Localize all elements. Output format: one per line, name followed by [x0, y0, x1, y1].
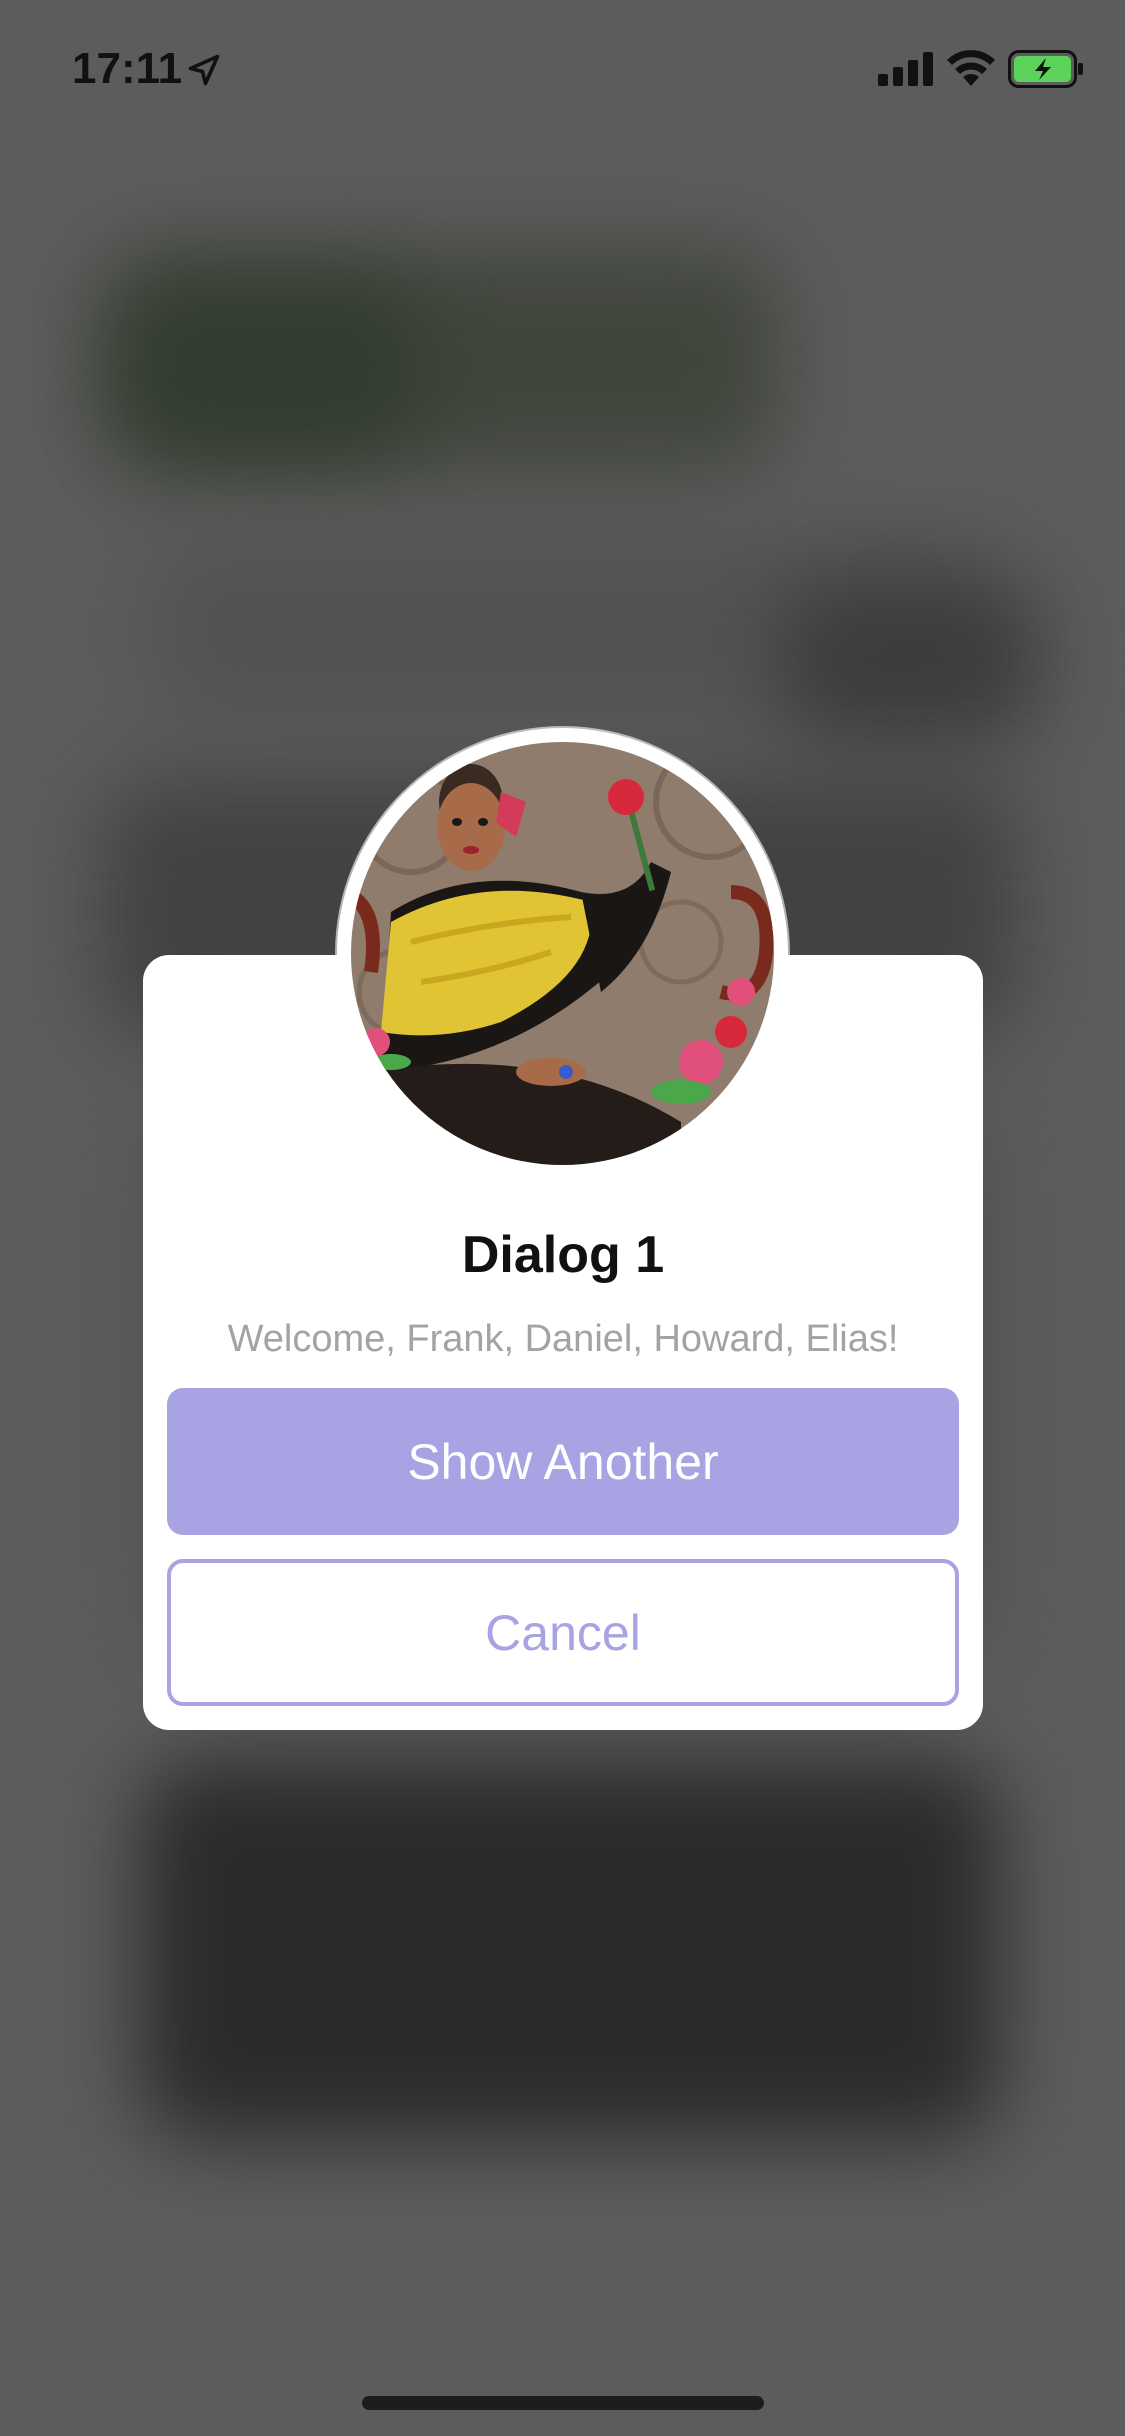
show-another-button[interactable]: Show Another: [167, 1388, 959, 1535]
status-time: 17:11: [72, 44, 183, 93]
avatar: [337, 728, 788, 1179]
illustrated-portrait-image: [351, 742, 774, 1165]
wifi-icon: [947, 50, 995, 86]
cancel-button[interactable]: Cancel: [167, 1559, 959, 1706]
home-indicator[interactable]: [362, 2396, 764, 2410]
blurred-shape: [140, 1760, 1000, 2140]
blurred-shape: [780, 580, 1040, 740]
blurred-shape: [120, 280, 420, 460]
dialog-title: Dialog 1: [461, 1226, 665, 1284]
dialog-message: Welcome, Frank, Daniel, Howard, Elias!: [227, 1318, 899, 1360]
cellular-signal-icon: [878, 52, 933, 86]
location-arrow-icon: [188, 54, 220, 86]
battery-charging-icon: [1008, 50, 1083, 88]
status-bar: 17:11: [0, 0, 1125, 135]
